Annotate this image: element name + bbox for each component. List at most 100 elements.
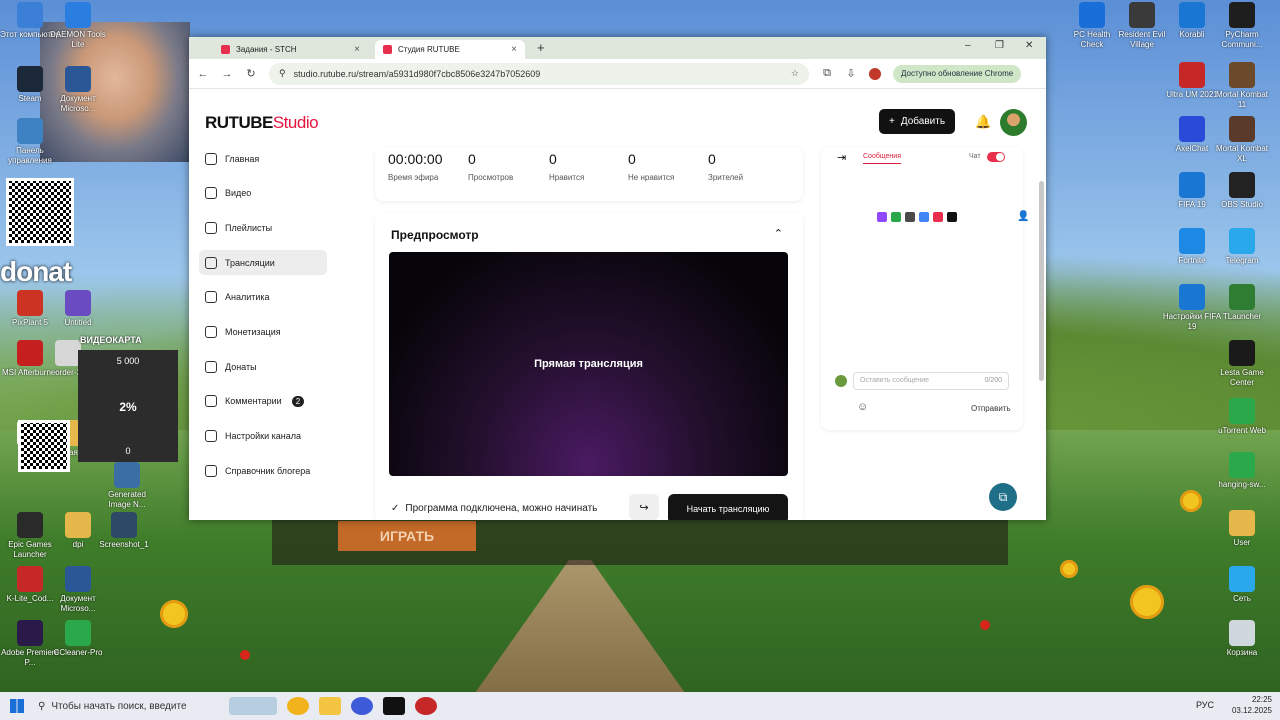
sidebar-item[interactable]: Справочник блогера (199, 458, 327, 483)
app-icon (1179, 2, 1205, 28)
desktop-icon[interactable]: Mortal Kombat XL (1212, 116, 1272, 164)
bell-icon[interactable]: 🔔 (975, 114, 991, 130)
clock[interactable]: 22:25 03.12.2025 (1232, 694, 1272, 716)
chat-message-input[interactable]: Оставить сообщение 0/200 (853, 372, 1009, 390)
desktop-icon-label: Lesta Game Center (1220, 368, 1264, 387)
sidebar-item[interactable]: Монетизация (199, 319, 327, 344)
language-indicator[interactable]: РУС (1196, 700, 1214, 710)
desktop-icon[interactable]: DAEMON Tools Lite (48, 2, 108, 50)
collapse-icon[interactable]: ⇥ (837, 151, 846, 164)
start-stream-button[interactable]: Начать трансляцию (668, 494, 788, 520)
desktop-icon-label: Документ Microso... (60, 594, 96, 613)
add-button[interactable]: + Добавить (879, 109, 956, 134)
app-icon (17, 566, 43, 592)
stat-item: 00:00:00 Время эфира (388, 151, 443, 182)
rutube-studio-logo[interactable]: RUTUBEStudio (205, 113, 319, 133)
desktop-icon-label: Telegram (1225, 256, 1259, 265)
sidebar-item[interactable]: Плейлисты (199, 215, 327, 240)
desktop-icon[interactable]: Корзина (1212, 620, 1272, 658)
support-chat-button[interactable]: ⧉ (989, 483, 1017, 511)
comment-count-badge: 2 (291, 395, 305, 407)
desktop-icon-label: Корзина (1226, 648, 1258, 657)
reload-icon[interactable]: ↻ (245, 67, 257, 80)
desktop-icon[interactable]: Сеть (1212, 566, 1272, 604)
chrome-icon[interactable] (287, 697, 309, 715)
play-button[interactable]: ИГРАТЬ (338, 521, 476, 551)
avatar (835, 375, 847, 387)
avatar[interactable] (1000, 109, 1027, 136)
desktop-icon[interactable]: PyCharm Communi... (1212, 2, 1272, 50)
desktop-icon[interactable]: Lesta Game Center (1212, 340, 1272, 388)
scrollbar[interactable] (1039, 181, 1044, 381)
desktop-icon[interactable]: Screenshot_1 (94, 512, 154, 550)
chevron-up-icon[interactable]: ⌃ (774, 227, 783, 240)
app-icon[interactable] (351, 697, 373, 715)
desktop-icon[interactable]: Mortal Kombat 11 (1212, 62, 1272, 110)
tab-messages[interactable]: Сообщения (863, 153, 901, 164)
profile-avatar-icon[interactable] (869, 67, 881, 80)
sunflower (1180, 490, 1202, 512)
url-field[interactable]: ⚲ studio.rutube.ru/stream/a5931d980f7cbc… (269, 62, 809, 85)
obs-icon[interactable] (415, 697, 437, 715)
file-explorer-icon[interactable] (319, 697, 341, 715)
desktop-icon[interactable]: User (1212, 510, 1272, 548)
video-player[interactable]: Прямая трансляция (389, 252, 788, 476)
desktop-icon[interactable]: hanging-sw... (1212, 452, 1272, 490)
app-icon (1179, 284, 1205, 310)
desktop-icon[interactable]: OBS Studio (1212, 172, 1272, 210)
gpu-widget-title: ВИДЕОКАРТА (80, 335, 142, 345)
desktop-icon[interactable]: Telegram (1212, 228, 1272, 266)
terminal-icon[interactable] (383, 697, 405, 715)
sidebar-item[interactable]: Трансляции (199, 250, 327, 276)
site-info-icon[interactable]: ⚲ (279, 68, 286, 79)
desktop-icon[interactable]: Generated Image N... (97, 462, 157, 510)
sidebar-item[interactable]: Видео (199, 181, 327, 206)
close-window-icon[interactable]: ✕ (1025, 40, 1033, 51)
desktop-icon[interactable]: Untitled (48, 290, 108, 328)
desktop-icon-label: uTorrent Web (1218, 426, 1266, 435)
app-icon (65, 66, 91, 92)
desktop-icon-label: Документ Microso... (60, 94, 96, 113)
windows-start-icon[interactable] (10, 699, 24, 713)
back-icon[interactable]: ← (197, 68, 209, 80)
desktop-icon[interactable]: Документ Microso... (48, 566, 108, 614)
tab-rutube-studio[interactable]: Студия RUTUBE × (375, 40, 525, 59)
emoji-icon[interactable]: ☺ (857, 401, 868, 413)
sidebar-item[interactable]: Настройки канала (199, 424, 327, 449)
chrome-update-button[interactable]: Доступно обновление Chrome (893, 64, 1022, 83)
downloads-icon[interactable]: ⇩ (845, 67, 857, 80)
taskbar-search[interactable]: ⚲ Чтобы начать поиск, введите (34, 695, 224, 717)
stat-label: Не нравится (628, 173, 675, 182)
minimize-icon[interactable]: – (965, 40, 971, 51)
maximize-icon[interactable]: ❐ (995, 40, 1004, 51)
close-tab-icon[interactable]: × (511, 44, 517, 55)
search-placeholder: Чтобы начать поиск, введите (51, 700, 187, 712)
player-text: Прямая трансляция (534, 358, 643, 370)
sidebar-item[interactable]: Комментарии 2 (199, 389, 327, 414)
desktop-icon[interactable]: Документ Microso... (48, 66, 108, 114)
user-icon[interactable]: 👤 (1017, 211, 1029, 222)
forward-icon[interactable]: → (221, 68, 233, 80)
bookmark-star-icon[interactable]: ☆ (791, 68, 799, 79)
sidebar-item[interactable]: Донаты (199, 354, 327, 379)
tab-stch[interactable]: Задания - STCH × (213, 40, 368, 59)
platform-icon (891, 212, 901, 222)
sidebar-item[interactable]: Главная (199, 146, 327, 171)
stream-stats: 00:00:00 Время эфира 0 Просмотров 0 Нравится 0… (375, 147, 803, 201)
close-tab-icon[interactable]: × (354, 44, 360, 55)
extensions-icon[interactable]: ⧉ (821, 67, 833, 80)
new-tab-icon[interactable]: + (537, 40, 545, 55)
share-button[interactable]: ↪ (629, 494, 659, 520)
send-button[interactable]: Отправить (971, 404, 1011, 413)
weather-widget-icon[interactable] (229, 697, 277, 715)
desktop-icon[interactable]: TLauncher (1212, 284, 1272, 322)
desktop-icon[interactable]: uTorrent Web (1212, 398, 1272, 436)
sidebar-item[interactable]: Аналитика (199, 285, 327, 310)
desktop-icon[interactable]: Панель управления (0, 118, 60, 166)
stat-value: 0 (468, 151, 476, 167)
chat-toggle-label: Чат (969, 153, 981, 160)
sidebar-item-label: Монетизация (225, 326, 281, 337)
chat-toggle[interactable] (987, 152, 1005, 162)
desktop-icon[interactable]: CCleaner-Pro (48, 620, 108, 658)
sidebar: Главная Видео Плейлисты Трансляции Аналитика… (199, 146, 327, 493)
